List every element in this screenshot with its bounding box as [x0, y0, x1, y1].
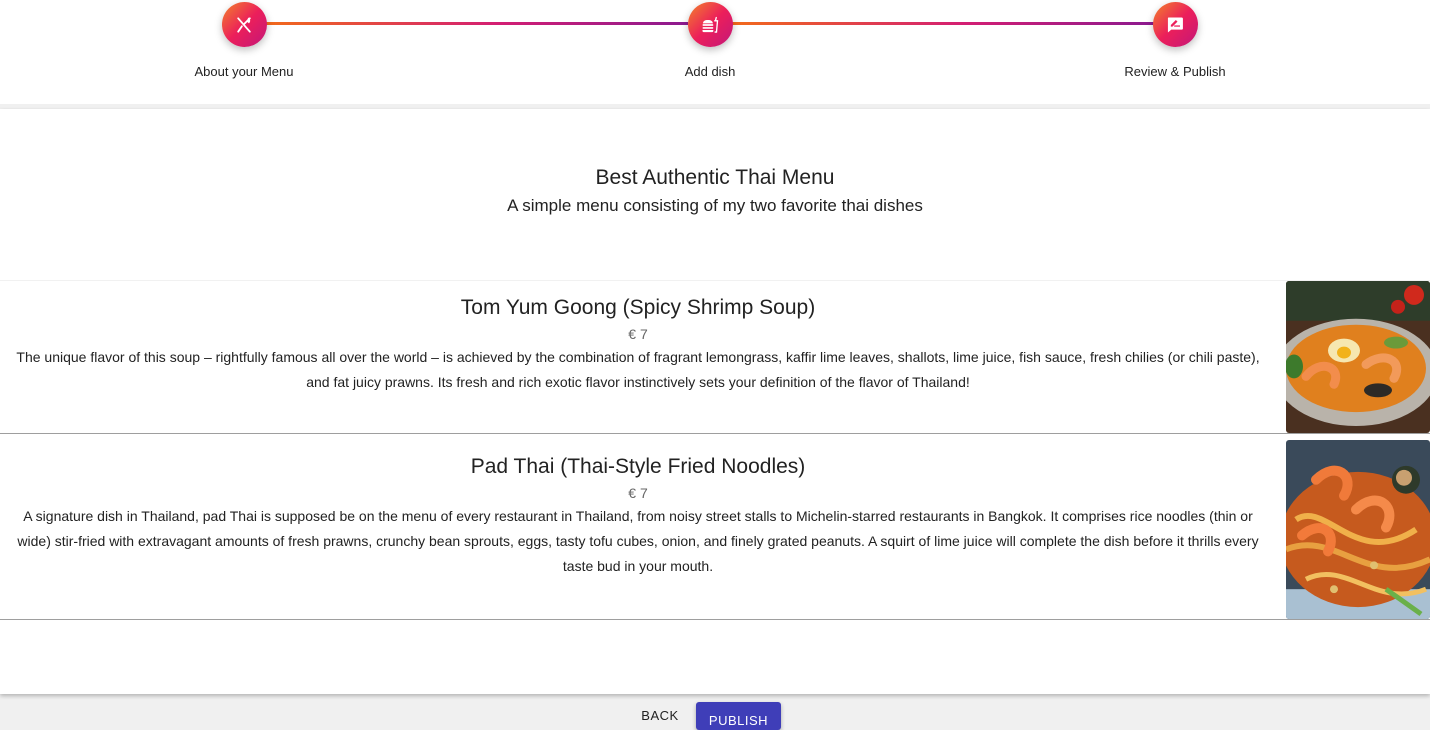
dish-price: € 7 — [628, 326, 648, 342]
step-review-publish[interactable]: Review & Publish — [1075, 2, 1275, 79]
dish-item: Pad Thai (Thai-Style Fried Noodles) € 7 … — [0, 440, 1430, 620]
menu-header: Best Authentic Thai Menu A simple menu c… — [0, 166, 1430, 216]
dish-price: € 7 — [628, 485, 648, 501]
utensils-icon — [237, 16, 251, 33]
dish-item: Tom Yum Goong (Spicy Shrimp Soup) € 7 Th… — [0, 280, 1430, 434]
menu-preview-card: Best Authentic Thai Menu A simple menu c… — [0, 109, 1430, 694]
step-circle-1[interactable] — [221, 2, 267, 47]
dish-text: Tom Yum Goong (Spicy Shrimp Soup) € 7 Th… — [0, 281, 1276, 395]
wizard-actions: BACK PUBLISH — [0, 694, 1430, 730]
stepper: About your Menu Add dish Review & Publis… — [0, 0, 1430, 104]
step-circle-2[interactable] — [687, 2, 733, 47]
rate-review-icon — [1167, 17, 1183, 32]
dish-name: Tom Yum Goong (Spicy Shrimp Soup) — [460, 296, 816, 319]
step-add-dish[interactable]: Add dish — [610, 2, 810, 79]
dish-text: Pad Thai (Thai-Style Fried Noodles) € 7 … — [0, 440, 1276, 579]
step-label-3: Review & Publish — [1124, 64, 1226, 79]
menu-title: Best Authentic Thai Menu — [595, 166, 835, 189]
pad-thai-photo — [1286, 440, 1430, 619]
step-label-1: About your Menu — [194, 64, 294, 79]
step-about-menu[interactable]: About your Menu — [144, 2, 344, 79]
dish-description: The unique flavor of this soup – rightfu… — [16, 349, 1260, 390]
back-button[interactable]: BACK — [628, 706, 692, 724]
fast-food-icon — [702, 16, 719, 33]
publish-button[interactable]: PUBLISH — [696, 702, 781, 730]
dish-description: A signature dish in Thailand, pad Thai i… — [17, 508, 1259, 574]
step-label-2: Add dish — [684, 64, 736, 79]
dish-name: Pad Thai (Thai-Style Fried Noodles) — [470, 455, 806, 478]
step-circle-3[interactable] — [1152, 2, 1198, 47]
tom-yum-soup-photo — [1286, 281, 1430, 433]
menu-subtitle: A simple menu consisting of my two favor… — [507, 196, 923, 215]
